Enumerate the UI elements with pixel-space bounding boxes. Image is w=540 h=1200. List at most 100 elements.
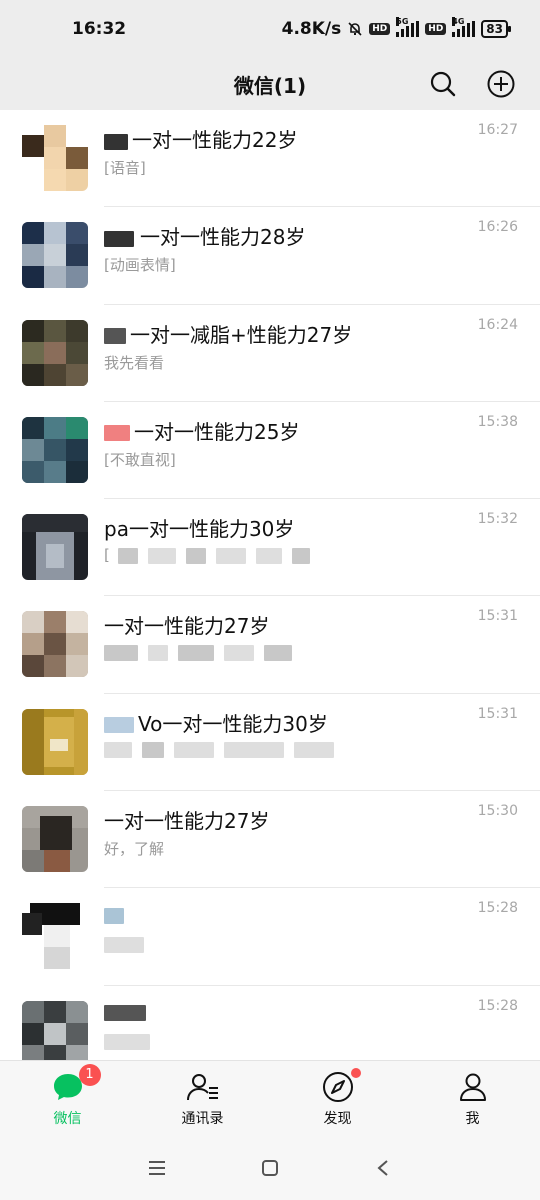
chat-name-text: 一对一性能力28岁 [140,225,306,250]
redacted-text [117,547,138,564]
chat-preview: 好，了解 [104,840,165,859]
chat-name: 一对一性能力27岁 [104,805,269,834]
avatar [22,903,88,970]
redacted-text [224,644,254,661]
chat-item[interactable]: 一对一性能力28岁 [动画表情] 16:26 [0,207,540,305]
chat-time: 16:27 [477,122,518,138]
net-label-4g: 4G [452,17,465,26]
tab-label: 发现 [323,1110,352,1127]
chat-item[interactable]: 一对一性能力27岁 好，了解 15:30 [0,791,540,889]
chat-time: 15:31 [477,705,518,722]
signal-4g-icon: 4G [452,17,476,37]
status-indicators: 4.8K/s HD 5G HD 4G 83 [281,17,511,39]
chat-name: 一对一性能力28岁 [104,221,305,250]
redacted-text [294,742,334,759]
hd-icon: HD [369,23,391,35]
redacted-text [174,742,214,759]
redacted-text [291,547,310,564]
chat-time: 15:38 [477,413,518,430]
redacted-text [148,644,168,661]
nav-bar: 微信(1) [0,58,540,110]
chat-item[interactable]: 15:28 [0,986,540,1060]
redacted-text [104,742,132,759]
chat-item[interactable]: 一对一性能力22岁 [语音] 16:27 [0,110,540,208]
avatar [22,319,88,386]
signal-5g-icon: 5G [396,17,420,37]
redacted-text [104,133,128,150]
chat-name-text: pa一对一性能力30岁 [104,517,295,542]
search-icon[interactable] [424,65,462,103]
battery-icon: 83 [481,20,511,38]
chat-time: 16:26 [477,219,518,236]
hd-icon-2: HD [425,23,447,35]
chat-bubble-icon: 1 [51,1063,101,1104]
tab-contacts[interactable]: 通讯录 [135,1061,270,1136]
mute-bell-icon [347,21,363,37]
avatar [22,125,88,191]
chat-name-text: 一对一性能力25岁 [134,419,300,444]
net-speed: 4.8K/s [281,19,342,39]
avatar [22,806,88,873]
redacted-text [104,717,134,734]
chat-preview [104,643,302,661]
status-time: 16:32 [72,19,127,39]
chat-time: 16:24 [477,316,518,333]
chat-name: Vo一对一性能力30岁 [104,708,328,737]
chat-preview: 我先看看 [104,353,165,372]
chat-time: 15:30 [477,803,518,820]
redacted-text [224,742,284,759]
redacted-text [104,907,124,924]
chat-preview-text: [ [104,546,110,565]
watermelon-emoji-icon [104,425,130,442]
chat-name [104,902,134,926]
avatar [22,1000,88,1060]
redacted-text [104,644,138,661]
tab-discover[interactable]: 发现 [270,1061,405,1136]
redacted-text [142,742,164,759]
chat-preview [104,741,344,759]
chat-item[interactable]: Vo一对一性能力30岁 15:31 [0,694,540,792]
back-icon[interactable] [363,1148,403,1188]
chat-name-text: 一对一减脂+性能力27岁 [130,322,353,347]
chat-list: 一对一性能力22岁 [语音] 16:27 一对一性能力28岁 [动画表情] 16… [0,110,540,1060]
chat-name: pa一对一性能力30岁 [104,513,294,542]
tab-label: 微信 [53,1110,82,1127]
avatar [22,222,88,289]
chat-preview: [动画表情] [104,256,176,275]
redacted-text [255,547,282,564]
redacted-text [215,547,246,564]
tab-chats[interactable]: 1 微信 [0,1061,135,1136]
tab-bar: 1 微信 通讯录 发现 我 [0,1060,540,1136]
redacted-text [104,230,134,247]
chat-item[interactable]: pa一对一性能力30岁 [ 15:32 [0,499,540,597]
tab-label: 通讯录 [181,1110,224,1127]
chat-item[interactable]: 一对一性能力25岁 [不敢直视] 15:38 [0,402,540,500]
chat-time: 15:32 [477,511,518,528]
plus-circle-icon[interactable] [482,65,520,103]
person-icon [456,1070,490,1104]
home-icon[interactable] [250,1148,290,1188]
avatar [22,416,88,483]
chat-name: 一对一性能力22岁 [104,124,297,153]
redacted-text [104,1034,150,1051]
notification-dot [350,1067,361,1078]
avatar [22,708,88,775]
chat-name-text: 一对一性能力22岁 [132,128,298,152]
redacted-text [104,936,144,953]
chat-time: 15:31 [477,608,518,625]
status-bar: 16:32 4.8K/s HD 5G HD 4G 83 [0,0,540,58]
redacted-text [185,547,206,564]
chat-item[interactable]: 15:28 [0,888,540,986]
chat-preview: [不敢直视] [104,450,176,469]
chat-name-text: Vo一对一性能力30岁 [138,711,328,736]
chat-item[interactable]: 一对一性能力27岁 15:31 [0,596,540,694]
chat-item[interactable]: 一对一减脂+性能力27岁 我先看看 16:24 [0,305,540,402]
system-nav-bar [0,1136,540,1200]
tab-me[interactable]: 我 [405,1061,540,1136]
menu-icon[interactable] [137,1148,177,1188]
redacted-text [147,547,176,564]
redacted-text [264,644,292,661]
chat-preview: [ [104,546,320,564]
net-label-5g: 5G [396,17,409,26]
chat-name: 一对一性能力27岁 [104,610,269,639]
